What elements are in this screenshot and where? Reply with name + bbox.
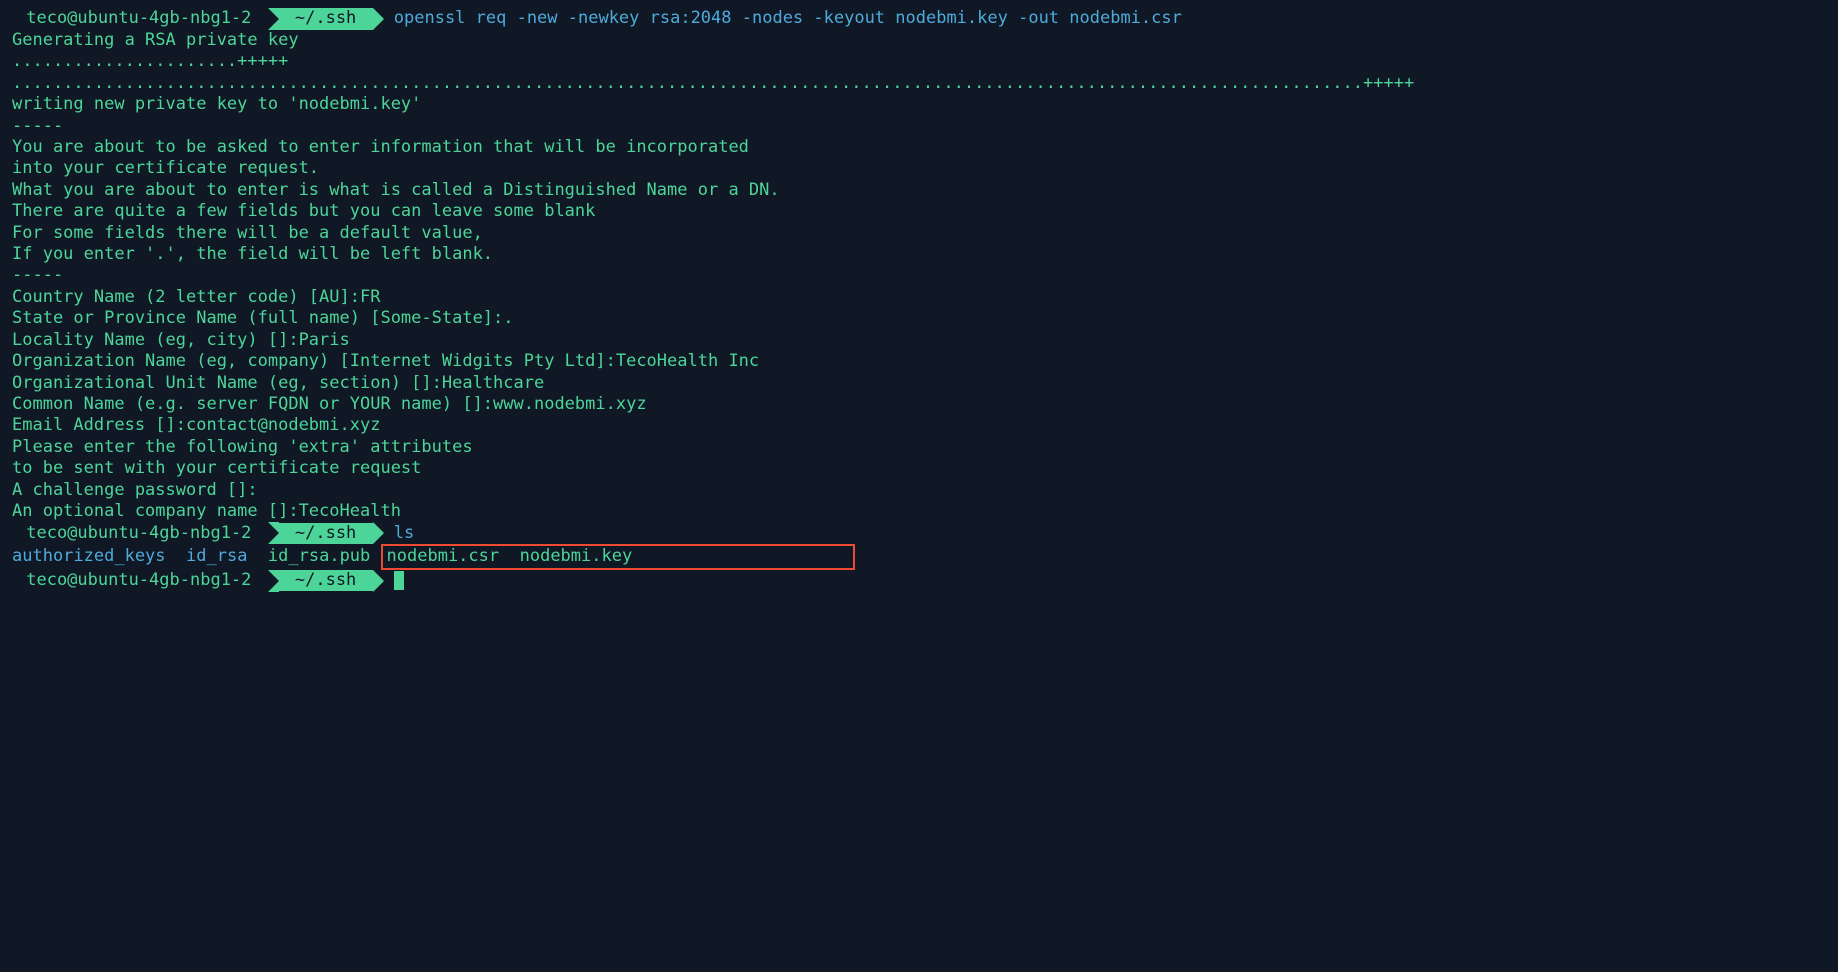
output-line: Organization Name (eg, company) [Interne… bbox=[12, 351, 1826, 372]
ls-file: id_rsa.pub bbox=[268, 546, 370, 566]
prompt-separator-icon bbox=[268, 522, 279, 544]
output-line: A challenge password []: bbox=[12, 480, 1826, 501]
output-line: State or Province Name (full name) [Some… bbox=[12, 308, 1826, 329]
output-line: ........................................… bbox=[12, 73, 1826, 94]
output-line: Country Name (2 letter code) [AU]:FR bbox=[12, 287, 1826, 308]
ls-file: nodebmi.key bbox=[520, 546, 633, 566]
output-line: Email Address []:contact@nodebmi.xyz bbox=[12, 415, 1826, 436]
output-line: You are about to be asked to enter infor… bbox=[12, 137, 1826, 158]
output-line: Organizational Unit Name (eg, section) [… bbox=[12, 373, 1826, 394]
output-line: into your certificate request. bbox=[12, 158, 1826, 179]
cwd-path: ~/.ssh bbox=[279, 8, 373, 29]
output-line: What you are about to enter is what is c… bbox=[12, 180, 1826, 201]
prompt-separator-icon bbox=[268, 570, 279, 592]
ls-file: authorized_keys bbox=[12, 546, 166, 566]
output-line: There are quite a few fields but you can… bbox=[12, 201, 1826, 222]
cursor-icon bbox=[394, 571, 404, 590]
prompt-end-icon bbox=[373, 522, 384, 544]
output-line: ----- bbox=[12, 265, 1826, 286]
user-host: teco@ubuntu-4gb-nbg1-2 bbox=[12, 570, 268, 591]
command-text: openssl req -new -newkey rsa:2048 -nodes… bbox=[384, 8, 1182, 29]
prompt-line-1: teco@ubuntu-4gb-nbg1-2 ~/.ssh openssl re… bbox=[12, 8, 1826, 30]
user-host: teco@ubuntu-4gb-nbg1-2 bbox=[12, 8, 268, 29]
prompt-line-3[interactable]: teco@ubuntu-4gb-nbg1-2 ~/.ssh bbox=[12, 570, 1826, 592]
ls-file: id_rsa bbox=[186, 546, 247, 566]
output-line: An optional company name []:TecoHealth bbox=[12, 501, 1826, 522]
cwd-path: ~/.ssh bbox=[279, 523, 373, 544]
output-line: Locality Name (eg, city) []:Paris bbox=[12, 330, 1826, 351]
terminal-window[interactable]: teco@ubuntu-4gb-nbg1-2 ~/.ssh openssl re… bbox=[12, 8, 1826, 592]
output-line: Generating a RSA private key bbox=[12, 30, 1826, 51]
prompt-separator-icon bbox=[268, 8, 279, 30]
output-line: If you enter '.', the field will be left… bbox=[12, 244, 1826, 265]
output-line: Please enter the following 'extra' attri… bbox=[12, 437, 1826, 458]
output-line: ----- bbox=[12, 116, 1826, 137]
output-line: to be sent with your certificate request bbox=[12, 458, 1826, 479]
ls-output-line: authorized_keys id_rsa id_rsa.pub nodebm… bbox=[12, 544, 1826, 569]
prompt-line-2: teco@ubuntu-4gb-nbg1-2 ~/.ssh ls bbox=[12, 522, 1826, 544]
prompt-end-icon bbox=[373, 570, 384, 592]
output-line: Common Name (e.g. server FQDN or YOUR na… bbox=[12, 394, 1826, 415]
user-host: teco@ubuntu-4gb-nbg1-2 bbox=[12, 523, 268, 544]
command-text: ls bbox=[384, 523, 415, 544]
prompt-end-icon bbox=[373, 8, 384, 30]
ls-file: nodebmi.csr bbox=[387, 546, 500, 566]
output-line: writing new private key to 'nodebmi.key' bbox=[12, 94, 1826, 115]
output-line: ......................+++++ bbox=[12, 51, 1826, 72]
output-line: For some fields there will be a default … bbox=[12, 223, 1826, 244]
cwd-path: ~/.ssh bbox=[279, 570, 373, 591]
highlighted-files-box: nodebmi.csr nodebmi.key bbox=[381, 544, 856, 569]
